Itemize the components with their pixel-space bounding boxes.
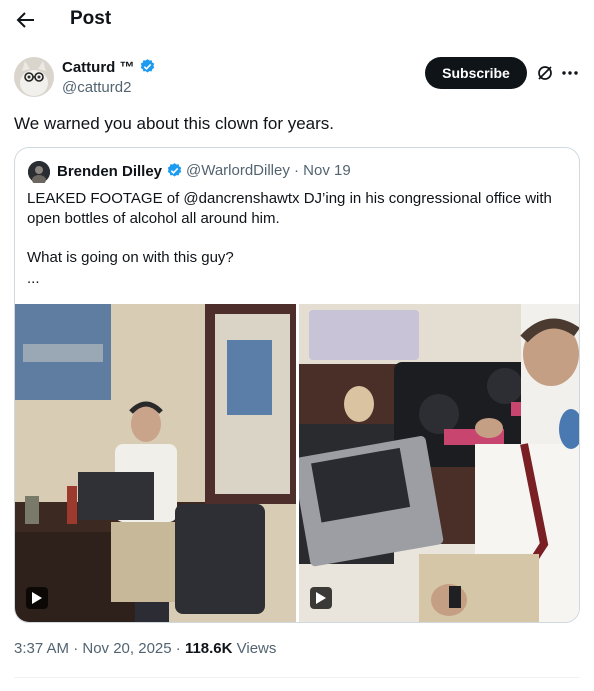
quote-text: LEAKED FOOTAGE of @dancrenshawtx DJ’ing … [27,190,552,227]
video-thumbnail-right[interactable] [299,304,579,622]
views-label: Views [232,640,277,657]
play-icon[interactable] [310,587,332,609]
quote-text-second-line: What is going on with this guy? [27,249,234,266]
play-icon[interactable] [26,587,48,609]
quote-author-name-text: Brenden Dilley [57,163,163,180]
subscribe-button[interactable]: Subscribe [425,57,527,89]
views-count: 118.6K [184,640,233,657]
video-thumbnail-left[interactable] [15,304,296,622]
back-arrow-icon[interactable] [14,8,38,32]
quote-author-name: Brenden Dilley [57,162,183,183]
more-options-icon[interactable] [561,66,579,78]
page-title: Post [70,8,112,29]
header: Post [0,0,594,38]
quote-avatar [28,161,50,185]
author-avatar[interactable] [14,57,54,97]
post-metadata: 3:37 AM · Nov 20, 2025 · 118.6K Views [14,640,276,657]
grok-icon[interactable] [536,64,554,82]
verified-badge-icon [139,58,156,79]
author-handle[interactable]: @catturd2 [62,79,131,96]
verified-badge-icon [166,162,183,183]
quoted-tweet[interactable]: Brenden Dilley @WarlordDilley · Nov 19 L… [14,147,580,623]
quote-handle-date: @WarlordDilley · Nov 19 [186,162,351,179]
post-timestamp[interactable]: 3:37 AM · Nov 20, 2025 · [14,640,185,657]
divider [14,677,580,678]
quote-ellipsis: ... [27,270,40,287]
tweet-text: We warned you about this clown for years… [14,114,335,133]
author-name[interactable]: Catturd ™ [62,58,156,79]
author-name-text[interactable]: Catturd ™ [62,59,135,76]
